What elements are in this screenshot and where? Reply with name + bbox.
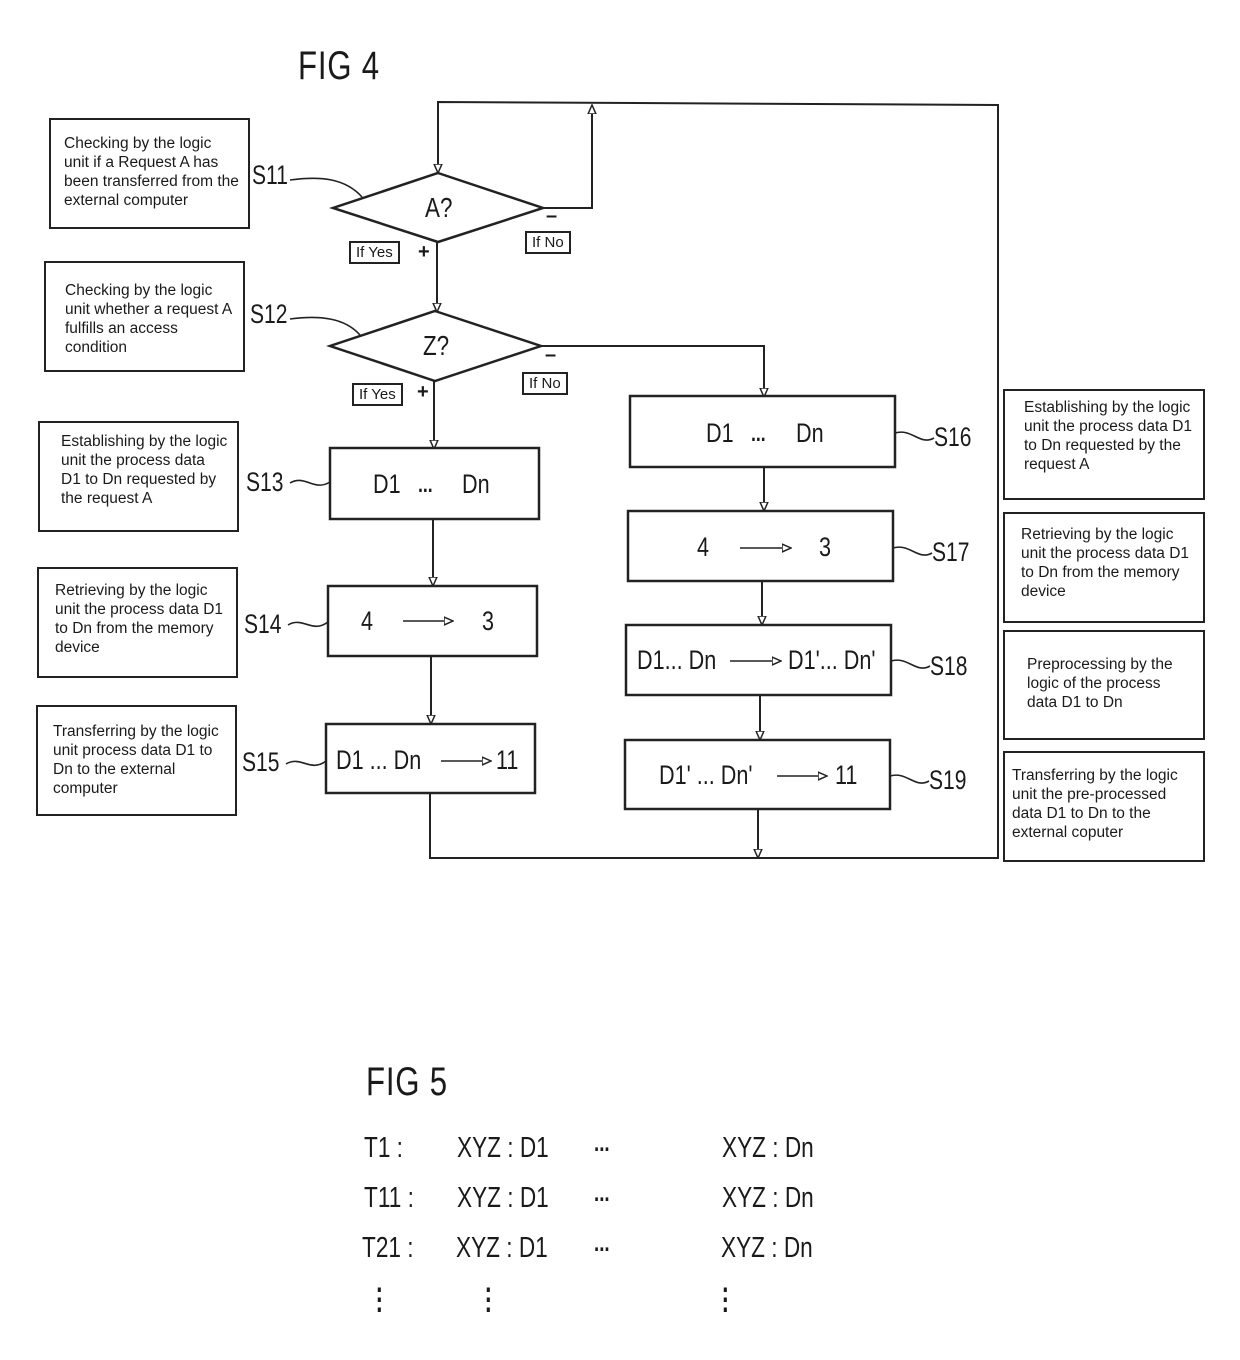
fig5-row-last: XYZ : Dn bbox=[722, 1182, 814, 1214]
description-box-s12: Checking by the logic unit whether a req… bbox=[44, 261, 245, 372]
decision-s12-text: Z? bbox=[423, 330, 450, 361]
process-box-s13 bbox=[328, 446, 541, 521]
leader-s16 bbox=[894, 431, 935, 441]
s19-left-text: D1' ... Dn' bbox=[659, 760, 753, 790]
decision-s11-text: A? bbox=[425, 192, 453, 223]
description-box-s16: Establishing by the logic unit the proce… bbox=[1003, 389, 1205, 500]
s18-left-text: D1... Dn bbox=[637, 645, 717, 675]
step-label-s17: S17 bbox=[932, 537, 970, 567]
description-box-s13: Establishing by the logic unit the proce… bbox=[38, 421, 239, 532]
description-box-s14: Retrieving by the logic unit the process… bbox=[37, 567, 238, 678]
s13-dots: ... bbox=[418, 472, 433, 497]
s12-yes-tag: If Yes bbox=[352, 383, 403, 406]
s13-right-text: Dn bbox=[462, 469, 490, 499]
leader-s14 bbox=[287, 621, 329, 628]
s17-left-text: 4 bbox=[697, 532, 710, 562]
s16-left-text: D1 bbox=[706, 418, 734, 448]
leader-s18 bbox=[890, 659, 931, 669]
description-box-s11: Checking by the logic unit if a Request … bbox=[49, 118, 250, 229]
fig5-row-first: XYZ : D1 bbox=[457, 1182, 549, 1214]
s11-no-loop bbox=[543, 106, 592, 209]
s12-no-sign: – bbox=[545, 344, 557, 366]
description-box-s19: Transferring by the logic unit the pre-p… bbox=[1003, 751, 1205, 862]
s13-left-text: D1 bbox=[373, 469, 401, 499]
fig5-row-dots: ... bbox=[594, 1230, 610, 1257]
s11-yes-sign: + bbox=[418, 241, 430, 263]
fig5-row-id: T21 : bbox=[362, 1232, 414, 1264]
step-label-s19: S19 bbox=[929, 765, 967, 795]
fig5-row-last: XYZ : Dn bbox=[722, 1132, 814, 1164]
leader-s12 bbox=[289, 316, 361, 336]
fig5-row-last: XYZ : Dn bbox=[721, 1232, 813, 1264]
s15-right-text: 11 bbox=[496, 745, 519, 775]
step-label-s12: S12 bbox=[250, 299, 288, 329]
fig5-row-id: T11 : bbox=[364, 1182, 414, 1214]
fig5-row-dots: ... bbox=[594, 1180, 610, 1207]
fig5-row-first: XYZ : D1 bbox=[457, 1132, 549, 1164]
fig5-continuation-first: ⋮ bbox=[477, 1284, 500, 1316]
s14-left-text: 4 bbox=[361, 606, 374, 636]
s11-no-sign: – bbox=[546, 205, 558, 227]
description-box-s15: Transferring by the logic unit process d… bbox=[36, 705, 237, 816]
s12-no-tag: If No bbox=[522, 372, 568, 395]
step-label-s18: S18 bbox=[930, 651, 968, 681]
s14-right-text: 3 bbox=[482, 606, 495, 636]
fig4-title: FIG 4 bbox=[298, 44, 380, 88]
fig5-row-id: T1 : bbox=[364, 1132, 403, 1164]
step-label-s14: S14 bbox=[244, 609, 282, 639]
leader-s15 bbox=[285, 760, 327, 767]
leader-s19 bbox=[889, 774, 930, 784]
s16-right-text: Dn bbox=[796, 418, 824, 448]
s11-no-tag: If No bbox=[525, 231, 571, 254]
fig5-continuation-last: ⋮ bbox=[714, 1284, 737, 1316]
fig5-row-dots: ... bbox=[594, 1130, 610, 1157]
leader-s11 bbox=[289, 177, 363, 198]
s16-dots: ... bbox=[751, 421, 766, 446]
description-box-s18: Preprocessing by the logic of the proces… bbox=[1003, 630, 1205, 740]
s18-right-text: D1'... Dn' bbox=[788, 645, 876, 675]
s12-no-to-s16 bbox=[541, 345, 764, 396]
process-box-s17 bbox=[626, 509, 895, 583]
fig5-continuation-id: ⋮ bbox=[368, 1284, 391, 1316]
fig5-title: FIG 5 bbox=[366, 1060, 448, 1104]
step-label-s15: S15 bbox=[242, 747, 280, 777]
leader-s17 bbox=[892, 546, 933, 556]
s11-yes-tag: If Yes bbox=[349, 241, 400, 264]
step-label-s13: S13 bbox=[246, 467, 284, 497]
s19-right-text: 11 bbox=[835, 760, 858, 790]
s12-yes-sign: + bbox=[417, 381, 429, 403]
step-label-s16: S16 bbox=[934, 422, 972, 452]
s17-right-text: 3 bbox=[819, 532, 832, 562]
description-box-s17: Retrieving by the logic unit the process… bbox=[1003, 512, 1205, 623]
s15-left-text: D1 ... Dn bbox=[336, 745, 422, 775]
leader-s13 bbox=[289, 479, 331, 486]
fig5-row-first: XYZ : D1 bbox=[456, 1232, 548, 1264]
step-label-s11: S11 bbox=[252, 160, 288, 190]
